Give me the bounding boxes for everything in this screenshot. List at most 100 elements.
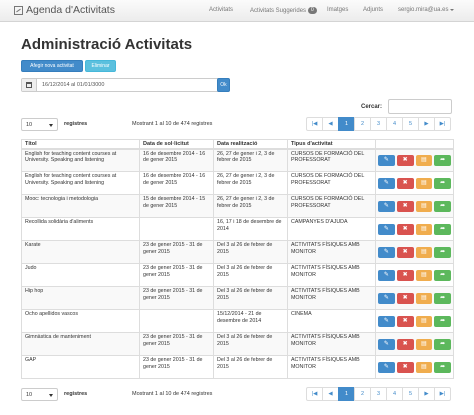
edit-button[interactable]: ✎ xyxy=(378,361,395,373)
document-button[interactable]: ▤ xyxy=(415,200,433,212)
cell-date: 26, 27 de gener i 2, 3 de febrer de 2015 xyxy=(213,194,288,218)
page-3[interactable]: 3 xyxy=(370,117,387,131)
add-activity-button[interactable]: Afegir nova activitat xyxy=(21,60,83,72)
delete-row-button[interactable]: ✖ xyxy=(396,177,414,189)
cell-type: CAMPANYES D'AJUDA xyxy=(287,217,376,241)
document-button[interactable]: ▤ xyxy=(415,315,433,327)
caret-down-icon xyxy=(49,394,53,397)
next-page-icon[interactable]: ▶ xyxy=(418,117,435,131)
export-button[interactable]: ➦ xyxy=(434,292,451,304)
ok-button[interactable]: Ok xyxy=(217,78,230,92)
user-menu[interactable]: sergio.mira@ua.es xyxy=(398,7,455,13)
navbar: Agenda d'Activitats Activitats Activitat… xyxy=(0,0,474,22)
cell-actions: ✎ ✖ ▤ ➦ xyxy=(375,286,454,310)
suggerides-badge: 0 xyxy=(308,7,317,14)
page-3[interactable]: 3 xyxy=(370,387,387,401)
cell-type: CURSOS DE FORMACIÓ DEL PROFESSORAT xyxy=(287,171,376,195)
cell-actions: ✎ ✖ ▤ ➦ xyxy=(375,148,454,172)
export-button[interactable]: ➦ xyxy=(434,177,451,189)
export-button[interactable]: ➦ xyxy=(434,315,451,327)
search-label: Cercar: xyxy=(361,104,383,110)
edit-button[interactable]: ✎ xyxy=(378,154,395,166)
col-type[interactable]: Tipus d'activitat xyxy=(287,139,376,150)
first-page-icon[interactable]: |◀ xyxy=(306,117,323,131)
cell-request-date: 23 de gener 2015 - 31 de gener 2015 xyxy=(139,332,214,356)
cell-date: Del 3 al 26 de febrer de 2015 xyxy=(213,240,288,264)
delete-row-button[interactable]: ✖ xyxy=(396,292,414,304)
export-button[interactable]: ➦ xyxy=(434,200,451,212)
nav-suggerides-label: Activitats Suggerides xyxy=(250,7,307,14)
col-title[interactable]: Títol xyxy=(21,139,140,150)
edit-button[interactable]: ✎ xyxy=(378,246,395,258)
document-button[interactable]: ▤ xyxy=(415,177,433,189)
export-button[interactable]: ➦ xyxy=(434,246,451,258)
delete-icon: ✖ xyxy=(402,363,408,370)
document-button[interactable]: ▤ xyxy=(415,338,433,350)
edit-button[interactable]: ✎ xyxy=(378,200,395,212)
nav-activitats-suggerides[interactable]: Activitats Suggerides 0 xyxy=(250,7,317,14)
delete-row-button[interactable]: ✖ xyxy=(396,154,414,166)
nav-adjunts[interactable]: Adjunts xyxy=(363,7,383,13)
page-5[interactable]: 5 xyxy=(402,387,419,401)
edit-button[interactable]: ✎ xyxy=(378,269,395,281)
edit-button[interactable]: ✎ xyxy=(378,315,395,327)
brand[interactable]: Agenda d'Activitats xyxy=(14,4,115,16)
cell-date: Del 3 al 26 de febrer de 2015 xyxy=(213,355,288,379)
document-button[interactable]: ▤ xyxy=(415,269,433,281)
document-button[interactable]: ▤ xyxy=(415,246,433,258)
delete-row-button[interactable]: ✖ xyxy=(396,269,414,281)
page-5[interactable]: 5 xyxy=(402,117,419,131)
document-button[interactable]: ▤ xyxy=(415,223,433,235)
nav-imatges[interactable]: Imatges xyxy=(327,7,348,13)
document-button[interactable]: ▤ xyxy=(415,361,433,373)
export-button[interactable]: ➦ xyxy=(434,361,451,373)
table-row: Judo 23 de gener 2015 - 31 de gener 2015 D… xyxy=(21,263,454,287)
document-icon: ▤ xyxy=(421,363,427,370)
delete-row-button[interactable]: ✖ xyxy=(396,246,414,258)
table-row: Recollida solidària d'aliments 16, 17 i 1… xyxy=(21,217,454,241)
table-info-bottom: Mostrant 1 al 10 de 474 registres xyxy=(132,391,213,397)
delete-icon: ✖ xyxy=(402,225,408,232)
last-page-icon[interactable]: ▶| xyxy=(434,387,451,401)
delete-icon: ✖ xyxy=(402,271,408,278)
col-date[interactable]: Data realització xyxy=(213,139,288,150)
cell-title: Mooc: tecnologia i metodologia xyxy=(21,194,140,218)
delete-row-button[interactable]: ✖ xyxy=(396,338,414,350)
edit-button[interactable]: ✎ xyxy=(378,223,395,235)
export-button[interactable]: ➦ xyxy=(434,338,451,350)
delete-row-button[interactable]: ✖ xyxy=(396,361,414,373)
delete-row-button[interactable]: ✖ xyxy=(396,200,414,212)
page-4[interactable]: 4 xyxy=(386,387,403,401)
page-length-select-bottom[interactable]: 10 xyxy=(21,388,58,401)
page-1[interactable]: 1 xyxy=(338,387,355,401)
cell-actions: ✎ ✖ ▤ ➦ xyxy=(375,171,454,195)
table-row: GAP 23 de gener 2015 - 31 de gener 2015 De… xyxy=(21,355,454,379)
edit-button[interactable]: ✎ xyxy=(378,177,395,189)
export-button[interactable]: ➦ xyxy=(434,223,451,235)
first-page-icon[interactable]: |◀ xyxy=(306,387,323,401)
export-button[interactable]: ➦ xyxy=(434,269,451,281)
cell-type: CURSOS DE FORMACIÓ DEL PROFESSORAT xyxy=(287,194,376,218)
search-input[interactable] xyxy=(388,99,452,114)
col-request-date[interactable]: Data de sol·licitut xyxy=(139,139,214,150)
delete-row-button[interactable]: ✖ xyxy=(396,315,414,327)
document-button[interactable]: ▤ xyxy=(415,154,433,166)
page-2[interactable]: 2 xyxy=(354,117,371,131)
prev-page-icon[interactable]: ◀ xyxy=(322,387,339,401)
page-length-select[interactable]: 10 xyxy=(21,118,58,131)
delete-row-button[interactable]: ✖ xyxy=(396,223,414,235)
export-button[interactable]: ➦ xyxy=(434,154,451,166)
date-range-input[interactable] xyxy=(37,79,229,91)
next-page-icon[interactable]: ▶ xyxy=(418,387,435,401)
delete-button[interactable]: Eliminar xyxy=(85,60,116,72)
cell-request-date: 15 de desembre 2014 - 15 de gener 2015 xyxy=(139,194,214,218)
page-4[interactable]: 4 xyxy=(386,117,403,131)
nav-activitats[interactable]: Activitats xyxy=(209,7,233,13)
page-2[interactable]: 2 xyxy=(354,387,371,401)
edit-button[interactable]: ✎ xyxy=(378,338,395,350)
document-button[interactable]: ▤ xyxy=(415,292,433,304)
edit-button[interactable]: ✎ xyxy=(378,292,395,304)
page-1[interactable]: 1 xyxy=(338,117,355,131)
prev-page-icon[interactable]: ◀ xyxy=(322,117,339,131)
last-page-icon[interactable]: ▶| xyxy=(434,117,451,131)
